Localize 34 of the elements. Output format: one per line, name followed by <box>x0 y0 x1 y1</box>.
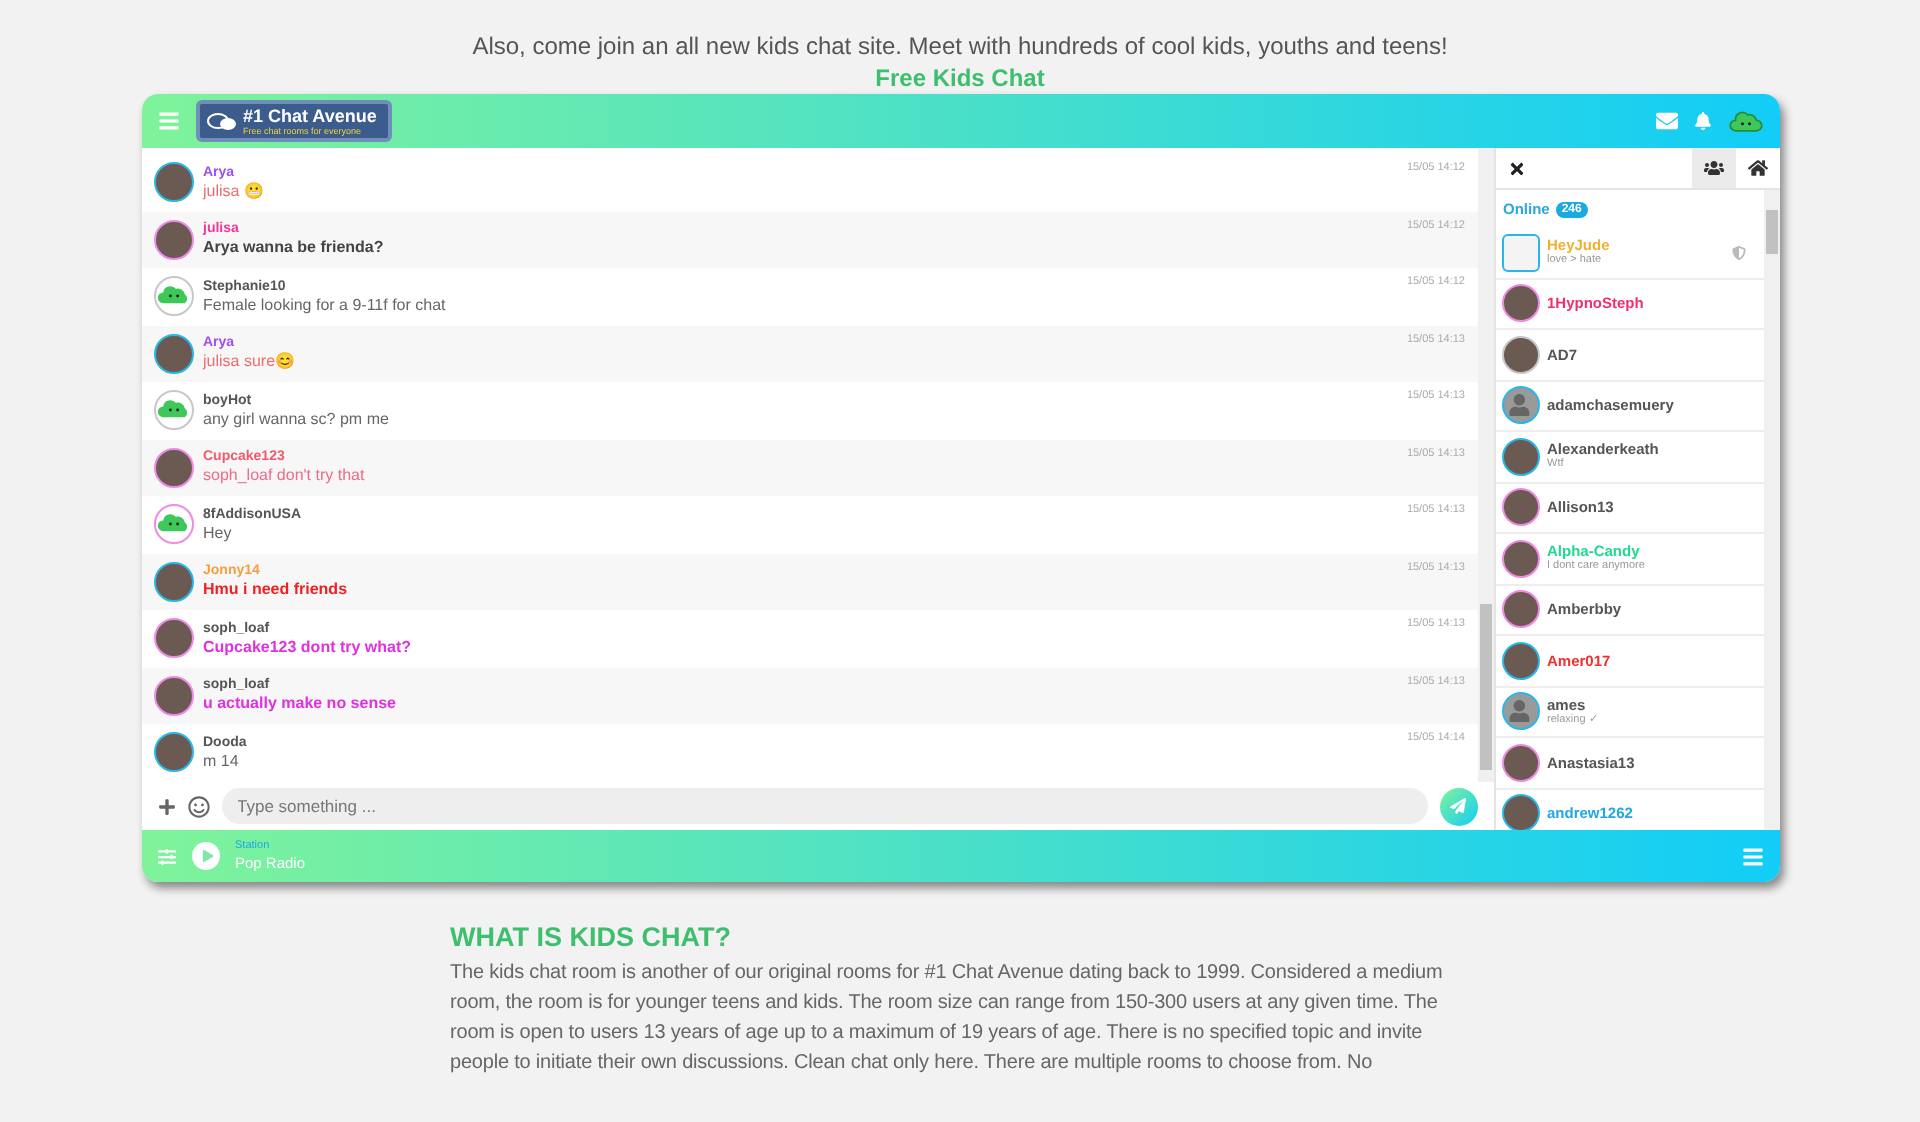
mail-icon[interactable] <box>1655 110 1677 132</box>
speech-bubbles-icon <box>205 112 237 132</box>
message-text: m 14 <box>203 751 239 772</box>
play-icon[interactable] <box>201 850 213 862</box>
paper-plane-icon[interactable] <box>1450 798 1466 814</box>
message-text: u actually make no sense <box>203 694 396 715</box>
message-input[interactable]: Type something ... <box>221 788 1427 824</box>
add-button[interactable] <box>157 797 175 815</box>
message-text: any girl wanna sc? pm me <box>203 409 389 430</box>
message-text: Hey <box>203 523 232 544</box>
logo-title: #1 Chat Avenue <box>243 106 377 126</box>
bell-icon[interactable] <box>1693 112 1711 130</box>
home-icon <box>1747 158 1767 178</box>
intro-text: Also, come join an all new kids chat site. Meet with hundreds of cool kids, youths and teens! <box>470 32 1450 62</box>
cloud-avatar[interactable] <box>1727 107 1763 135</box>
message-text: soph_loaf don't try that <box>203 466 365 487</box>
sliders-icon[interactable] <box>157 847 175 865</box>
message-text: Hmu i need friends <box>203 580 348 601</box>
users-tab[interactable] <box>1691 148 1735 188</box>
menu-icon[interactable] <box>157 110 179 132</box>
menu-icon[interactable] <box>1741 845 1763 867</box>
scrollbar[interactable] <box>1763 190 1779 830</box>
message-text: Female looking for a 9-11f for chat <box>203 295 446 316</box>
message-text: julisa sure😊 <box>203 352 296 373</box>
close-icon[interactable] <box>1507 159 1525 177</box>
message-text: julisa 😬 <box>203 181 264 202</box>
section-paragraph: The kids chat room is another of our original rooms for #1 Chat Avenue dating back to 1999. Considered a medium room, the room is for younger teens and kids. The room size can range from 150-300 users at any given time. The room is open to users 13 years of age up to a maximum of 19 years of age. There is no specified topic and invite people to initiate their own discussions. Clean chat only here. There are multiple rooms to choose from. No <box>450 960 1445 1078</box>
play-button[interactable] <box>191 842 219 870</box>
message-text: Arya wanna be frienda? <box>203 238 384 259</box>
emoji-button[interactable] <box>187 795 209 817</box>
section-heading: WHAT IS KIDS CHAT? <box>450 922 733 952</box>
send-button[interactable] <box>1439 787 1477 825</box>
message-text: Cupcake123 dont try what? <box>203 637 412 658</box>
users-icon <box>1703 158 1723 178</box>
